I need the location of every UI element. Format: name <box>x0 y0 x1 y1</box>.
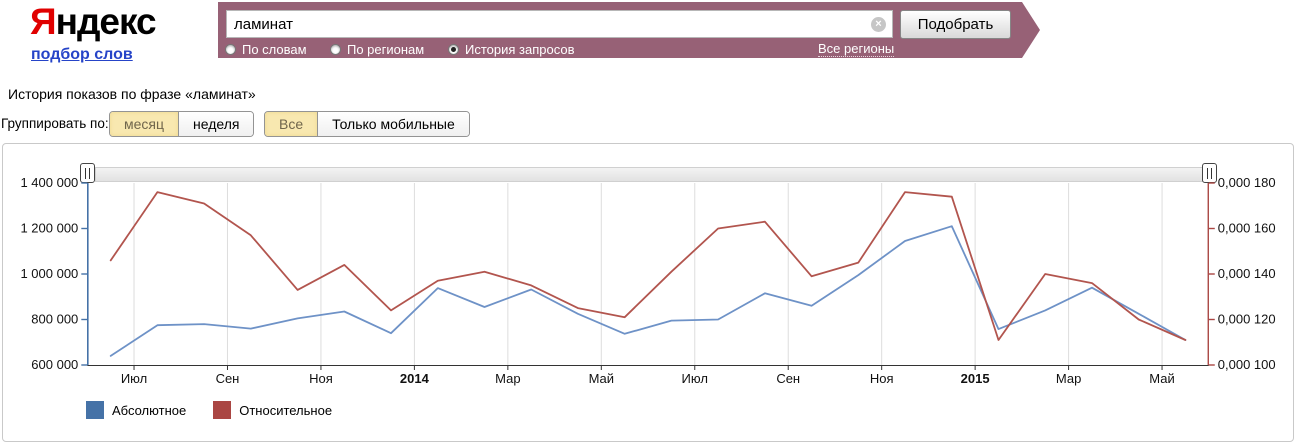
submit-button[interactable]: Подобрать <box>900 10 1011 39</box>
radio-circle-icon <box>225 43 236 55</box>
svg-text:0,000 180: 0,000 180 <box>1218 175 1276 190</box>
radio-circle-icon <box>448 43 459 55</box>
yandex-logo[interactable]: Яндекс <box>30 1 157 43</box>
legend-swatch-icon <box>86 401 104 419</box>
radio-label: По регионам <box>347 41 425 57</box>
all-regions-link[interactable]: Все регионы <box>818 41 895 57</box>
svg-text:Ноя: Ноя <box>309 371 333 386</box>
legend-item[interactable]: Абсолютное <box>86 401 186 419</box>
series-line-Относительное <box>109 191 1187 341</box>
svg-text:Май: Май <box>589 371 614 386</box>
search-mode-radios: Все регионы По словам По регионам История … <box>218 41 1022 58</box>
group-by-label: Группировать по: <box>1 116 109 131</box>
svg-text:1 000 000: 1 000 000 <box>20 266 78 281</box>
svg-text:2014: 2014 <box>400 371 430 386</box>
logo-rest: ндекс <box>55 1 157 42</box>
grouping-toggle: месяц неделя <box>109 111 255 137</box>
device-toggle: Все Только мобильные <box>264 111 470 137</box>
device-filter-mobile-only[interactable]: Только мобильные <box>318 112 469 136</box>
legend-item[interactable]: Относительное <box>213 401 332 419</box>
radio-history[interactable]: История запросов <box>448 41 575 57</box>
legend-label: Относительное <box>239 402 333 418</box>
device-filter-all[interactable]: Все <box>265 112 319 136</box>
page-title: История показов по фразе «ламинат» <box>8 86 256 102</box>
wordstat-home-link[interactable]: подбор слов <box>31 46 133 64</box>
legend-swatch-icon <box>213 401 232 419</box>
svg-text:Сен: Сен <box>216 371 240 386</box>
legend-label: Абсолютное <box>112 402 187 418</box>
svg-text:Июл: Июл <box>682 371 708 386</box>
svg-text:0,000 120: 0,000 120 <box>1218 312 1276 327</box>
svg-text:0,000 140: 0,000 140 <box>1218 266 1276 281</box>
radio-circle-icon <box>330 43 341 55</box>
search-input[interactable] <box>226 10 893 38</box>
svg-text:0,000 100: 0,000 100 <box>1218 357 1276 372</box>
logo-letter-ya: Я <box>30 1 57 42</box>
radio-label: История запросов <box>465 41 575 57</box>
svg-text:1 400 000: 1 400 000 <box>20 175 78 190</box>
svg-text:2015: 2015 <box>961 371 990 386</box>
svg-text:Май: Май <box>1149 371 1174 386</box>
radio-label: По словам <box>242 41 307 57</box>
radio-by-words[interactable]: По словам <box>225 41 307 57</box>
chart-legend: Абсолютное Относительное <box>86 401 359 419</box>
radio-by-regions[interactable]: По регионам <box>330 41 424 57</box>
search-band: × Подобрать Все регионы По словам По реги… <box>218 2 1040 58</box>
svg-text:0,000 160: 0,000 160 <box>1218 221 1276 236</box>
svg-text:800 000: 800 000 <box>31 312 78 327</box>
series-line-Абсолютное <box>109 225 1187 357</box>
svg-text:Ноя: Ноя <box>870 371 894 386</box>
svg-text:Июл: Июл <box>121 371 147 386</box>
clear-input-icon[interactable]: × <box>871 17 886 32</box>
svg-text:600 000: 600 000 <box>31 357 78 372</box>
group-by-week[interactable]: неделя <box>179 112 254 136</box>
svg-text:Мар: Мар <box>495 371 520 386</box>
svg-text:1 200 000: 1 200 000 <box>20 221 78 236</box>
chart-panel: Июл Сен Ноя 2014 Мар Май Июл Сен Ноя 2015 Мар Май 1 … <box>2 143 1294 442</box>
svg-text:Мар: Мар <box>1056 371 1081 386</box>
group-by-month[interactable]: месяц <box>110 112 180 136</box>
history-chart: Июл Сен Ноя 2014 Мар Май Июл Сен Ноя 2015 Мар Май 1 … <box>20 175 1276 386</box>
svg-text:Сен: Сен <box>776 371 800 386</box>
